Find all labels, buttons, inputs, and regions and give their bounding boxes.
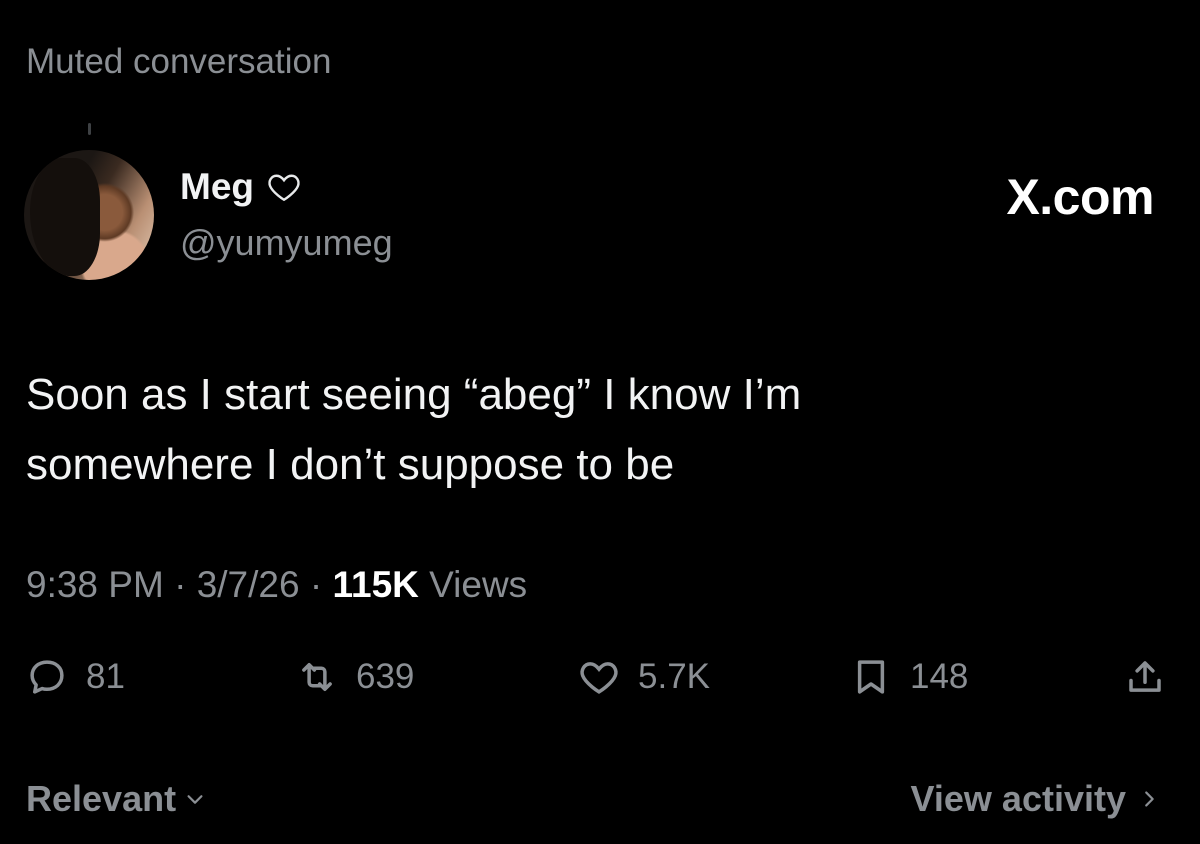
bookmark-button[interactable]: 148	[850, 656, 968, 698]
muted-conversation-label: Muted conversation	[26, 42, 332, 81]
like-count: 5.7K	[638, 657, 710, 696]
views-count: 115K	[332, 564, 419, 605]
reply-icon	[30, 660, 64, 694]
view-activity-link[interactable]: View activity	[911, 778, 1160, 820]
heart-outline-icon	[268, 174, 300, 202]
tweet-text-line: Soon as I start seeing “abeg” I know I’m	[26, 370, 802, 419]
repost-icon	[302, 663, 332, 691]
author-name-row: Meg	[180, 166, 302, 208]
repost-button[interactable]: 639	[296, 656, 414, 698]
tweet-date[interactable]: 3/7/26	[197, 564, 300, 605]
author-display-name[interactable]: Meg	[180, 166, 254, 208]
share-icon	[1129, 661, 1161, 692]
brand-watermark: X.com	[1006, 169, 1154, 225]
view-activity-label: View activity	[910, 778, 1126, 819]
share-button[interactable]	[1124, 656, 1166, 698]
chevron-down-icon	[187, 795, 203, 804]
heart-icon	[580, 662, 618, 694]
author-handle[interactable]: @yumyumeg	[180, 222, 393, 264]
tweet-meta: 9:38 PM · 3/7/26 · 115K Views	[26, 564, 527, 606]
repost-count: 639	[356, 657, 415, 696]
bookmark-count: 148	[910, 657, 969, 696]
reply-button[interactable]: 81	[26, 656, 125, 698]
avatar[interactable]	[24, 150, 154, 280]
tweet-time[interactable]: 9:38 PM	[26, 564, 164, 605]
bookmark-icon	[857, 660, 885, 694]
meta-separator: ·	[174, 564, 187, 605]
tweet-text-line: somewhere I don’t suppose to be	[26, 440, 675, 489]
meta-separator: ·	[309, 564, 323, 605]
reply-count: 81	[86, 657, 125, 696]
thread-line	[88, 123, 91, 135]
sort-label: Relevant	[26, 778, 177, 819]
views-label: Views	[429, 564, 528, 605]
like-button[interactable]: 5.7K	[578, 656, 710, 698]
sort-dropdown[interactable]: Relevant	[26, 778, 206, 820]
tweet-text: Soon as I start seeing “abeg” I know I’m…	[26, 360, 1026, 500]
chevron-right-icon	[1145, 791, 1154, 807]
